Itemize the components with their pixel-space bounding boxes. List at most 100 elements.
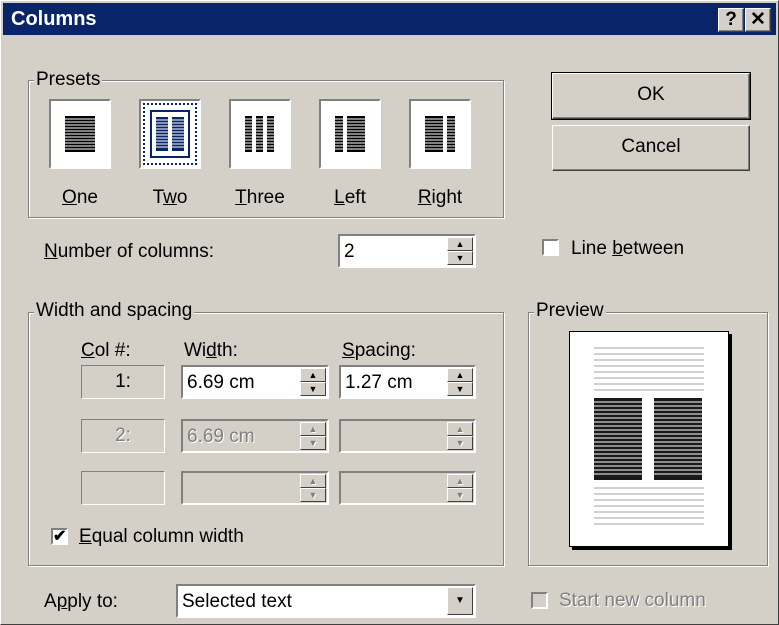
- width-spacing-group-label: Width and spacing: [34, 300, 195, 322]
- spinner-down-icon: ▼: [447, 488, 473, 502]
- preset-label-two: Two: [130, 187, 210, 209]
- presets-group-label: Presets: [34, 69, 103, 91]
- width-field-1[interactable]: 6.69 cm ▲ ▼: [181, 365, 329, 399]
- width-header-pre: Wi: [184, 340, 207, 361]
- spacing-spinner-3: ▲ ▼: [447, 474, 473, 502]
- spinner-up-icon[interactable]: ▲: [447, 368, 473, 382]
- spinner-up-icon: ▲: [447, 474, 473, 488]
- right-column-icon: [423, 116, 457, 152]
- accel-spacing: S: [342, 340, 355, 361]
- label-left-rest: eft: [344, 187, 366, 208]
- width-header: Width:: [184, 340, 238, 362]
- number-of-columns-spinner[interactable]: ▲ ▼: [447, 237, 473, 265]
- spinner-down-icon[interactable]: ▼: [300, 382, 326, 396]
- spacing-field-1[interactable]: 1.27 cm ▲ ▼: [339, 365, 476, 399]
- spacing-header: Spacing:: [342, 340, 416, 362]
- spinner-up-icon: ▲: [447, 422, 473, 436]
- width-spinner-2: ▲ ▼: [300, 422, 326, 450]
- label-two-rest: o: [176, 187, 188, 208]
- width-spinner-1[interactable]: ▲ ▼: [300, 368, 326, 396]
- equal-column-width-label-rest: qual column width: [91, 526, 244, 547]
- label-two-pre: T: [152, 187, 164, 208]
- line-between-checkbox[interactable]: [542, 239, 559, 256]
- preset-label-right: Right: [400, 187, 480, 209]
- close-button[interactable]: ✕: [745, 8, 771, 32]
- preset-three[interactable]: [229, 99, 291, 169]
- preset-label-three: Three: [220, 187, 300, 209]
- cancel-button[interactable]: Cancel: [552, 125, 750, 171]
- col-number-header: Col #:: [81, 340, 131, 362]
- preview-page: [569, 331, 729, 547]
- line-between-label-rest: etween: [622, 238, 685, 259]
- number-of-columns-label: Number of columns:: [44, 241, 214, 263]
- accel-left: L: [334, 187, 345, 208]
- accel-width: d: [206, 340, 217, 361]
- start-new-column-checkbox: [531, 592, 548, 609]
- col-number-1: 1:: [81, 365, 165, 399]
- dropdown-arrow-icon[interactable]: ▼: [447, 587, 473, 615]
- apply-to-label: Apply to:: [44, 591, 118, 613]
- width-value-2: 6.69 cm: [187, 426, 255, 447]
- accel-two: w: [163, 187, 177, 208]
- col-number-3: [81, 471, 165, 505]
- preset-right[interactable]: [409, 99, 471, 169]
- label-one-rest: ne: [76, 187, 98, 208]
- spinner-up-icon[interactable]: ▲: [447, 237, 473, 251]
- preset-one[interactable]: [49, 99, 111, 169]
- width-spinner-3: ▲ ▼: [300, 474, 326, 502]
- accel-three: T: [235, 187, 247, 208]
- three-columns-icon: [243, 116, 277, 152]
- ok-button[interactable]: OK: [551, 72, 751, 120]
- apply-to-label-pre: A: [44, 591, 57, 612]
- label-right-rest: ight: [431, 187, 463, 208]
- spinner-up-icon: ▲: [300, 422, 326, 436]
- accel-one: O: [62, 187, 77, 208]
- line-between-label: Line between: [571, 238, 684, 260]
- preset-label-left: Left: [310, 187, 390, 209]
- number-of-columns-label-rest: umber of columns:: [57, 241, 215, 262]
- col-number-header-rest: ol #:: [94, 340, 131, 361]
- accel-right: R: [417, 187, 432, 208]
- dialog-title: Columns: [11, 8, 97, 30]
- start-new-column-label: Start new column: [559, 590, 706, 611]
- left-column-icon: [333, 116, 367, 152]
- equal-column-width-checkbox[interactable]: ✔: [51, 528, 68, 545]
- help-button[interactable]: ?: [718, 8, 744, 32]
- apply-to-select[interactable]: Selected text ▼: [176, 584, 476, 618]
- spacing-spinner-1[interactable]: ▲ ▼: [447, 368, 473, 396]
- one-column-icon: [65, 116, 95, 152]
- accel-number: N: [44, 241, 58, 262]
- equal-column-width-label: Equal column width: [79, 526, 244, 548]
- spinner-up-icon[interactable]: ▲: [300, 368, 326, 382]
- number-of-columns-field[interactable]: 2 ▲ ▼: [338, 234, 476, 268]
- label-three-rest: hree: [246, 187, 285, 208]
- accel-apply: p: [56, 591, 68, 612]
- spacing-field-2: ▲ ▼: [339, 419, 476, 453]
- spinner-down-icon: ▼: [300, 488, 326, 502]
- width-value-1: 6.69 cm: [187, 372, 255, 393]
- two-columns-icon: [150, 110, 190, 158]
- apply-to-value: Selected text: [182, 591, 292, 612]
- spinner-up-icon: ▲: [300, 474, 326, 488]
- spinner-down-icon[interactable]: ▼: [447, 382, 473, 396]
- spinner-down-icon: ▼: [447, 436, 473, 450]
- width-field-3: ▲ ▼: [181, 471, 329, 505]
- preview-page-graphic: [594, 347, 704, 525]
- spacing-field-3: ▲ ▼: [339, 471, 476, 505]
- apply-to-label-rest: ply to:: [67, 591, 118, 612]
- columns-dialog: Columns ? ✕ Presets One Two Three Left R…: [0, 0, 779, 625]
- spacing-value-1: 1.27 cm: [345, 372, 413, 393]
- accel-equal: E: [79, 526, 92, 547]
- number-of-columns-value: 2: [344, 241, 355, 262]
- preset-left[interactable]: [319, 99, 381, 169]
- preset-two[interactable]: [139, 99, 201, 169]
- width-header-rest: th:: [216, 340, 238, 361]
- accel-col: C: [81, 340, 95, 361]
- spacing-header-rest: pacing:: [354, 340, 416, 361]
- accel-between: b: [612, 238, 623, 259]
- spinner-down-icon[interactable]: ▼: [447, 251, 473, 265]
- spacing-spinner-2: ▲ ▼: [447, 422, 473, 450]
- title-bar: Columns ? ✕: [3, 3, 776, 35]
- col-number-2: 2:: [81, 419, 165, 453]
- preset-label-one: One: [40, 187, 120, 209]
